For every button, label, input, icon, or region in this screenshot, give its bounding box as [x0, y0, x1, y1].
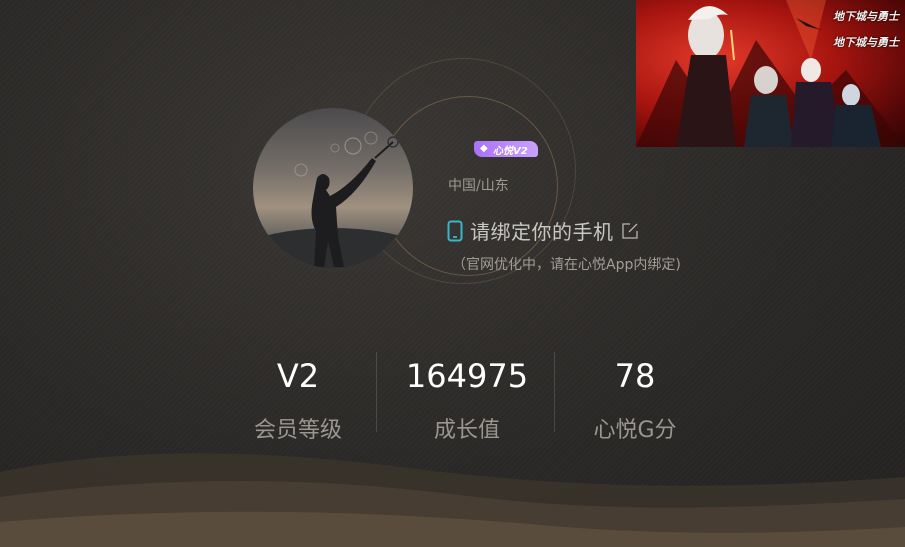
avatar[interactable] — [253, 108, 413, 268]
stat-divider — [376, 352, 377, 432]
vip-level-badge: ◆ 心悦V2 — [474, 141, 538, 157]
stat-growth-value: 164975 成长值 — [392, 356, 542, 444]
bind-phone-link[interactable]: 请绑定你的手机 — [447, 216, 639, 245]
stat-g-points: 78 心悦G分 — [560, 356, 710, 444]
stat-value: V2 — [276, 357, 320, 395]
phone-icon — [447, 220, 463, 242]
edit-icon[interactable] — [621, 222, 639, 240]
vip-badge-label: 心悦V2 — [493, 145, 528, 157]
stat-member-level: V2 会员等级 — [223, 356, 373, 444]
game-banner[interactable]: 地下城与勇士 地下城与勇士 — [636, 0, 905, 147]
avatar-image — [253, 131, 413, 268]
profile-panel: ◆ 心悦V2 中国/山东 请绑定你的手机 （官网优化中，请在心悦App内绑定) … — [0, 0, 905, 547]
stat-value: 164975 — [405, 357, 529, 395]
user-region: 中国/山东 — [448, 178, 509, 194]
bind-phone-text: 请绑定你的手机 — [470, 220, 614, 244]
game-logo: 地下城与勇士 — [833, 36, 899, 49]
stat-divider — [554, 352, 555, 432]
stat-value: 78 — [614, 357, 656, 395]
bind-phone-note: （官网优化中，请在心悦App内绑定) — [452, 257, 681, 273]
game-logo: 地下城与勇士 — [833, 10, 899, 23]
decorative-waves — [0, 453, 905, 547]
vip-gem-icon: ◆ — [480, 143, 488, 154]
